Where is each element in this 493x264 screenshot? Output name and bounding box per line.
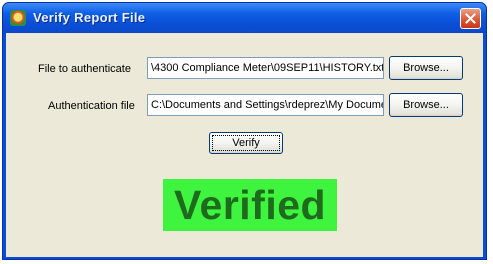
browse-file-button[interactable]: Browse... <box>389 56 463 80</box>
verification-status-banner: Verified <box>163 179 337 231</box>
window-title: Verify Report File <box>33 10 146 25</box>
close-icon <box>465 13 476 24</box>
verify-report-window: Verify Report File File to authenticate … <box>2 2 487 260</box>
dialog-body: File to authenticate \4300 Compliance Me… <box>6 33 483 257</box>
file-to-authenticate-label: File to authenticate <box>38 63 131 75</box>
verify-button-label: Verify <box>212 135 280 151</box>
close-button[interactable] <box>460 8 481 29</box>
verify-button[interactable]: Verify <box>209 132 283 154</box>
browse-auth-button[interactable]: Browse... <box>389 93 463 117</box>
app-icon <box>10 10 26 26</box>
authentication-file-input[interactable]: C:\Documents and Settings\rdeprez\My Doc… <box>147 94 384 116</box>
authentication-file-label: Authentication file <box>48 100 135 112</box>
file-to-authenticate-input[interactable]: \4300 Compliance Meter\09SEP11\HISTORY.t… <box>147 57 384 79</box>
title-bar[interactable]: Verify Report File <box>3 3 486 33</box>
